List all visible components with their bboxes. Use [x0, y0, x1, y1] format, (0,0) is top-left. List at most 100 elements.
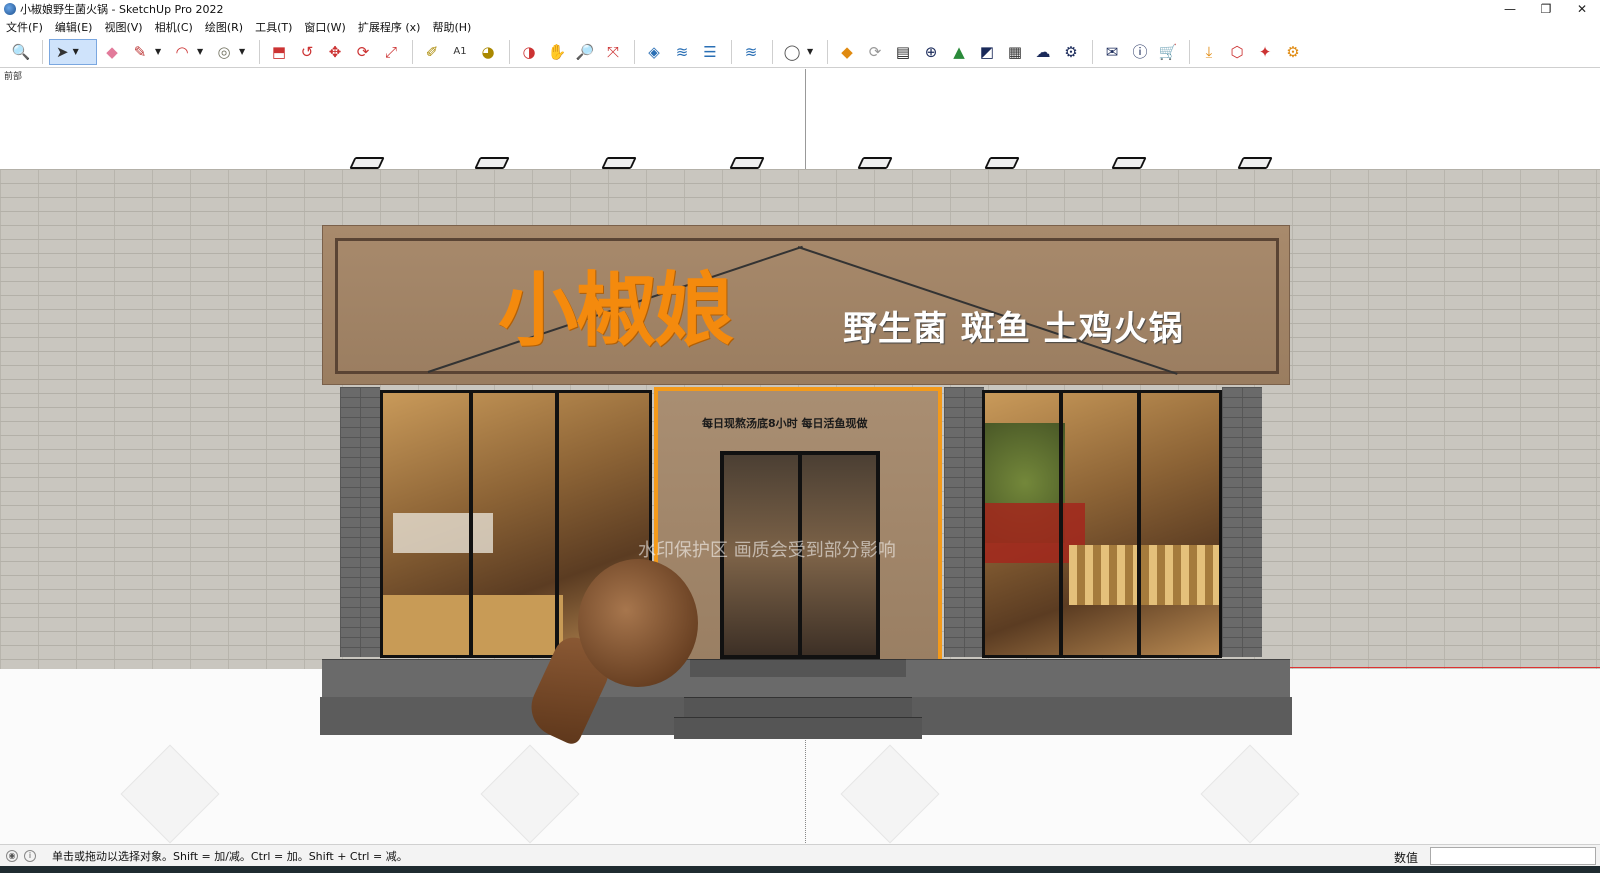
toolbar-separator — [1189, 39, 1190, 64]
3d-viewport[interactable]: 前部 小椒娘 野生菌 斑鱼 土鸡火锅 每日现熬汤底8小时 每日活鱼现做 水印保护… — [0, 69, 1600, 844]
window-mullion — [1059, 393, 1063, 655]
tape-dropdown-icon[interactable]: ▼ — [239, 39, 249, 65]
tree-icon[interactable]: ▲ — [946, 39, 972, 65]
window-mullion — [1137, 393, 1141, 655]
toolbar-separator — [1092, 39, 1093, 64]
blue-axis-line — [805, 69, 806, 169]
stack-icon[interactable]: ☰ — [697, 39, 723, 65]
move-icon[interactable]: ✥ — [322, 39, 348, 65]
gears-icon[interactable]: ⚙ — [1058, 39, 1084, 65]
sign-lamp — [729, 157, 765, 169]
wave2-icon[interactable]: ≋ — [738, 39, 764, 65]
red-axis-line — [1290, 667, 1600, 668]
status-bar: ◉ i 单击或拖动以选择对象。Shift = 加/减。Ctrl = 加。Shif… — [0, 844, 1600, 866]
arc-icon[interactable]: ◠ — [169, 39, 195, 65]
plus-circle-icon[interactable]: ⊕ — [918, 39, 944, 65]
stone-pillar — [1222, 387, 1262, 657]
toolbar-separator — [827, 39, 828, 64]
menu-file[interactable]: 文件(F) — [6, 19, 43, 35]
interior-detail — [393, 513, 493, 553]
import-icon[interactable]: ⤓ — [1196, 39, 1222, 65]
scale-icon[interactable]: ⤢ — [378, 39, 404, 65]
arc-dropdown-icon[interactable]: ▼ — [197, 39, 207, 65]
info-icon[interactable]: ⓘ — [1127, 39, 1153, 65]
sign-lamp — [349, 157, 385, 169]
close-button[interactable]: ✕ — [1564, 0, 1600, 18]
text-icon[interactable]: A1 — [447, 39, 473, 65]
user-icon[interactable]: ◯ — [779, 39, 805, 65]
interior-counter-lights — [1069, 545, 1219, 605]
menu-view[interactable]: 视图(V) — [104, 19, 142, 35]
rotate-icon[interactable]: ⟳ — [350, 39, 376, 65]
sign-lamp — [1111, 157, 1147, 169]
window-mullion — [469, 393, 473, 655]
status-hint-text: 单击或拖动以选择对象。Shift = 加/减。Ctrl = 加。Shift + … — [52, 849, 408, 863]
menu-draw[interactable]: 绘图(R) — [205, 19, 243, 35]
title-bar: 小椒娘野生菌火锅 - SketchUp Pro 2022 — ❐ ✕ — [0, 0, 1600, 18]
sketchup-app-icon — [4, 3, 16, 15]
minimize-button[interactable]: — — [1492, 0, 1528, 18]
section-icon[interactable]: ◑ — [516, 39, 542, 65]
gear-orange-icon[interactable]: ⚙ — [1280, 39, 1306, 65]
followme-icon[interactable]: ↺ — [294, 39, 320, 65]
shop-window-right — [982, 390, 1222, 658]
select-icon[interactable]: ➤ ▼ — [49, 38, 97, 65]
hand-icon[interactable]: ✋ — [544, 39, 570, 65]
chart-icon[interactable]: ◩ — [974, 39, 1000, 65]
entrance-step — [690, 659, 906, 677]
instructor-icon[interactable]: i — [24, 849, 36, 862]
plugin-icon[interactable]: ✦ — [1252, 39, 1278, 65]
stone-pillar — [340, 387, 380, 657]
menu-extensions[interactable]: 扩展程序 (x) — [358, 19, 421, 35]
cart-icon[interactable]: 🛒 — [1155, 39, 1181, 65]
menu-help[interactable]: 帮助(H) — [432, 19, 471, 35]
entrance-step — [674, 717, 922, 739]
pencil-dropdown-icon[interactable]: ▼ — [155, 39, 165, 65]
cloud-icon[interactable]: ☁ — [1030, 39, 1056, 65]
zoomwin-icon[interactable]: 🔎 — [572, 39, 598, 65]
shop-name-text: 小椒娘 — [498, 264, 734, 357]
layer-icon[interactable]: ◈ — [641, 39, 667, 65]
sign-lamp — [474, 157, 510, 169]
menu-camera[interactable]: 相机(C) — [155, 19, 193, 35]
shop-subtitle-text: 野生菌 斑鱼 土鸡火锅 — [843, 309, 1184, 349]
tape-icon[interactable]: ◎ — [211, 39, 237, 65]
extension-icon[interactable]: ◆ — [834, 39, 860, 65]
sketchup-window: 小椒娘野生菌火锅 - SketchUp Pro 2022 — ❐ ✕ 文件(F)… — [0, 0, 1600, 873]
checker-icon[interactable]: ▦ — [1002, 39, 1028, 65]
material-icon[interactable]: ◕ — [475, 39, 501, 65]
maximize-button[interactable]: ❐ — [1528, 0, 1564, 18]
pencil-icon[interactable]: ✎ — [127, 39, 153, 65]
refresh-icon[interactable]: ⟳ — [862, 39, 888, 65]
interior-counter — [383, 595, 563, 655]
zoomext-icon[interactable]: ⤧ — [600, 39, 626, 65]
toolbar-separator — [731, 39, 732, 64]
shop-signboard: 小椒娘 野生菌 斑鱼 土鸡火锅 — [322, 225, 1290, 385]
geolocation-icon[interactable]: ◉ — [6, 849, 18, 862]
sign-lamp — [984, 157, 1020, 169]
sign-lamp — [857, 157, 893, 169]
menu-tools[interactable]: 工具(T) — [255, 19, 292, 35]
menu-edit[interactable]: 编辑(E) — [55, 19, 93, 35]
menu-window[interactable]: 窗口(W) — [304, 19, 345, 35]
measurements-input[interactable] — [1430, 847, 1596, 865]
extract-icon[interactable]: ⬡ — [1224, 39, 1250, 65]
zoom-icon[interactable]: 🔍 — [8, 39, 34, 65]
window-mullion — [555, 393, 559, 655]
window-controls: — ❐ ✕ — [1492, 0, 1600, 18]
mail-icon[interactable]: ✉ — [1099, 39, 1125, 65]
film-icon[interactable]: ▤ — [890, 39, 916, 65]
measurements-label: 数值 — [1394, 851, 1419, 865]
paint-icon[interactable]: ✐ — [419, 39, 445, 65]
toolbar-separator — [509, 39, 510, 64]
window-title: 小椒娘野生菌火锅 - SketchUp Pro 2022 — [20, 3, 224, 16]
toolbar-separator — [772, 39, 773, 64]
menu-bar: 文件(F) 编辑(E) 视图(V) 相机(C) 绘图(R) 工具(T) 窗口(W… — [0, 18, 1600, 36]
stone-pillar — [944, 387, 984, 657]
sign-lamp — [601, 157, 637, 169]
scene-tab-label[interactable]: 前部 — [4, 69, 22, 82]
eraser-icon[interactable]: ◆ — [99, 39, 125, 65]
pushpull-icon[interactable]: ⬒ — [266, 39, 292, 65]
wave-icon[interactable]: ≋ — [669, 39, 695, 65]
user-dropdown-icon[interactable]: ▼ — [807, 39, 817, 65]
